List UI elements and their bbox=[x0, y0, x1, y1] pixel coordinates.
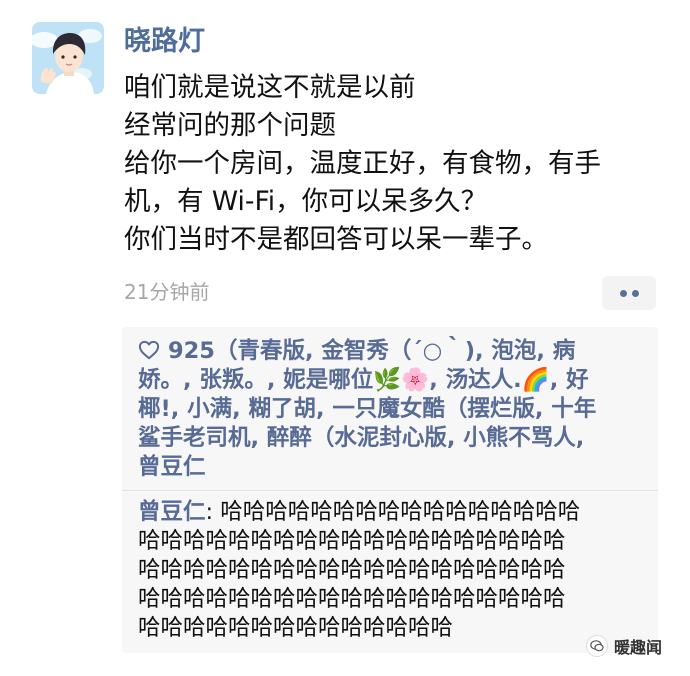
author-avatar[interactable] bbox=[32, 22, 104, 94]
wechat-logo-icon bbox=[586, 635, 608, 657]
post-timestamp: 21分钟前 bbox=[124, 280, 210, 304]
comment-line: 哈哈哈哈哈哈哈哈哈哈哈哈哈哈哈哈哈哈哈 bbox=[138, 586, 566, 612]
avatar-illustration bbox=[32, 22, 104, 94]
likes-line: 925（青春版, 金智秀（´○｀), 泡泡, 病 bbox=[138, 337, 652, 366]
comment-text: 哈哈哈哈哈哈哈哈哈哈哈哈哈哈哈哈 bbox=[220, 499, 581, 525]
likes-line[interactable]: 娇。, 张叛。, 妮是哪位🌿🌸, 汤达人.🌈, 好 bbox=[138, 366, 652, 395]
author-name[interactable]: 晓路灯 bbox=[124, 24, 205, 60]
post-text-line: 给你一个房间，温度正好，有食物，有手 bbox=[124, 148, 601, 179]
more-actions-button[interactable] bbox=[602, 276, 656, 310]
comment-line: 哈哈哈哈哈哈哈哈哈哈哈哈哈哈 bbox=[138, 615, 454, 641]
post-text: 咱们就是说这不就是以前 经常问的那个问题 给你一个房间，温度正好，有食物，有手 … bbox=[124, 69, 664, 259]
heart-icon bbox=[138, 340, 160, 360]
post-text-line: 你们当时不是都回答可以呆一辈子。 bbox=[124, 224, 548, 255]
likes-list: 925（青春版, 金智秀（´○｀), 泡泡, 病 娇。, 张叛。, 妮是哪位🌿🌸… bbox=[138, 337, 652, 482]
likes-line[interactable]: 曾豆仁 bbox=[138, 453, 652, 482]
interaction-panel: 925（青春版, 金智秀（´○｀), 泡泡, 病 娇。, 张叛。, 妮是哪位🌿🌸… bbox=[122, 327, 658, 653]
watermark-text: 暖趣闻 bbox=[614, 638, 663, 657]
post-text-line: 经常问的那个问题 bbox=[124, 110, 336, 141]
more-dots-icon bbox=[619, 289, 627, 297]
comment-author[interactable]: 曾豆仁 bbox=[138, 499, 206, 525]
wechat-bubble-shape bbox=[590, 640, 604, 652]
likes-text[interactable]: 925（青春版, 金智秀（´○｀), 泡泡, 病 bbox=[168, 338, 575, 364]
watermark: 暖趣闻 bbox=[586, 634, 662, 658]
likes-line[interactable]: 鲨手老司机, 醉醉（水泥封心版, 小熊不骂人, bbox=[138, 424, 652, 453]
more-dots-icon bbox=[631, 289, 639, 297]
comment-line: 哈哈哈哈哈哈哈哈哈哈哈哈哈哈哈哈哈哈哈 bbox=[138, 528, 566, 554]
likes-line[interactable]: 椰!, 小满, 糊了胡, 一只魔女酷（摆烂版, 十年 bbox=[138, 395, 652, 424]
comment-separator: : bbox=[205, 499, 221, 525]
comment-line: 曾豆仁: 哈哈哈哈哈哈哈哈哈哈哈哈哈哈哈哈 bbox=[138, 498, 650, 527]
likes-comments-divider bbox=[122, 490, 658, 491]
comment-line: 哈哈哈哈哈哈哈哈哈哈哈哈哈哈哈哈哈哈哈 bbox=[138, 557, 566, 583]
post-text-line: 咱们就是说这不就是以前 bbox=[124, 72, 416, 103]
post-text-line: 机，有 Wi-Fi，你可以呆多久？ bbox=[124, 186, 488, 217]
comment-item[interactable]: 曾豆仁: 哈哈哈哈哈哈哈哈哈哈哈哈哈哈哈哈 哈哈哈哈哈哈哈哈哈哈哈哈哈哈哈哈哈哈… bbox=[138, 498, 650, 643]
